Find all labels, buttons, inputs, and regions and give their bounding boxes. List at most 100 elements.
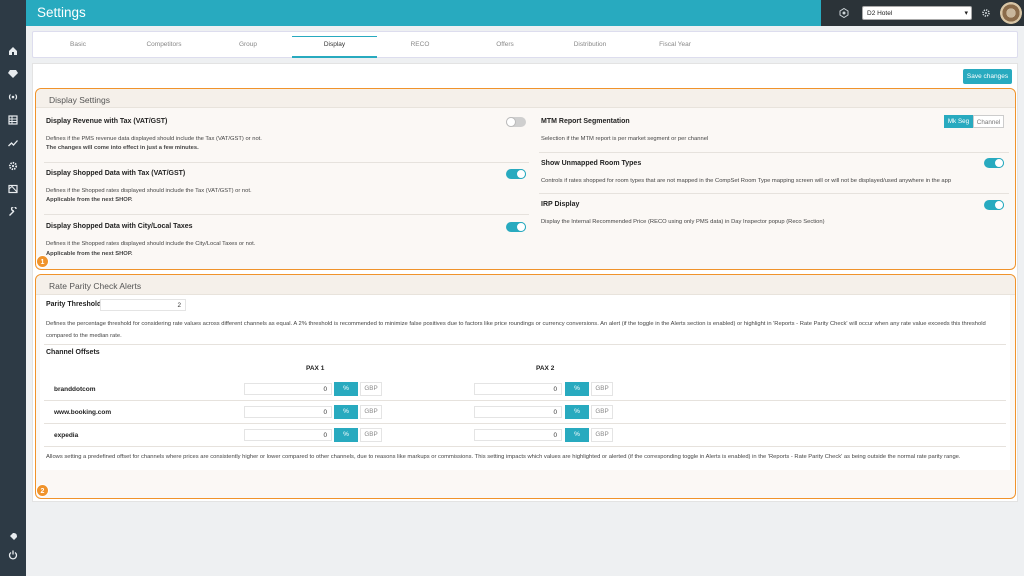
divider: [44, 344, 1006, 345]
rate-parity-title: Rate Parity Check Alerts: [49, 281, 142, 291]
page-title: Settings: [37, 5, 86, 20]
city-tax-title: Display Shopped Data with City/Local Tax…: [46, 223, 193, 230]
currency-unit-button[interactable]: GBP: [591, 428, 613, 442]
home-icon[interactable]: [7, 45, 19, 57]
revenue-tax-toggle[interactable]: [506, 117, 526, 127]
table-icon[interactable]: [7, 114, 19, 126]
revenue-tax-title: Display Revenue with Tax (VAT/GST): [46, 118, 168, 125]
brand-logo-icon: [839, 7, 849, 19]
parity-threshold-label: Parity Threshold: [46, 301, 102, 308]
section-badge: 1: [36, 255, 49, 268]
tab-basic[interactable]: Basic: [37, 32, 119, 58]
divider: [44, 400, 1006, 401]
tab-display[interactable]: Display: [292, 32, 377, 58]
percent-button[interactable]: %: [334, 428, 358, 442]
channel-offsets-desc: Allows setting a predefined offset for c…: [46, 454, 961, 460]
mtm-option-mkseg[interactable]: Mk Seg: [944, 115, 973, 128]
chevron-down-icon: ▾: [964, 10, 968, 17]
tab-group[interactable]: Group: [207, 32, 289, 58]
pax1-offset-input[interactable]: 0: [244, 383, 332, 395]
rocket-icon[interactable]: [7, 531, 19, 543]
channel-name: branddotcom: [54, 386, 96, 393]
toggle-knob: [516, 169, 526, 179]
toggle-knob: [516, 222, 526, 232]
divider: [44, 214, 529, 215]
rate-parity-header: Rate Parity Check Alerts: [36, 275, 1015, 295]
tab-competitors[interactable]: Competitors: [123, 32, 205, 58]
tab-distribution[interactable]: Distribution: [549, 32, 631, 58]
hotel-select[interactable]: D2 Hotel ▾: [862, 6, 972, 20]
image-icon[interactable]: [7, 183, 19, 195]
pax2-header: PAX 2: [536, 365, 555, 372]
avatar[interactable]: [1000, 2, 1022, 24]
divider: [44, 162, 529, 163]
display-settings-header: Display Settings: [36, 89, 1015, 108]
shopped-tax-title: Display Shopped Data with Tax (VAT/GST): [46, 170, 186, 177]
tab-offers[interactable]: Offers: [464, 32, 546, 58]
toggle-knob: [506, 117, 516, 127]
save-button[interactable]: Save changes: [963, 69, 1012, 84]
pax2-offset-input[interactable]: 0: [474, 429, 562, 441]
gear-icon[interactable]: [7, 160, 19, 172]
channel-name: www.booking.com: [54, 409, 112, 416]
divider: [44, 446, 1006, 447]
toggle-knob: [994, 200, 1004, 210]
percent-button[interactable]: %: [334, 382, 358, 396]
pax1-header: PAX 1: [306, 365, 325, 372]
shopped-tax-desc: Defines if the Shopped rates displayed s…: [46, 188, 252, 194]
shopped-tax-toggle[interactable]: [506, 169, 526, 179]
mtm-desc: Selection if the MTM report is per marke…: [541, 136, 709, 142]
parity-threshold-desc-cont: compared to the median rate.: [46, 333, 122, 339]
settings-gear-icon[interactable]: [981, 8, 991, 18]
currency-unit-button[interactable]: GBP: [360, 382, 382, 396]
irp-desc: Display the Internal Recommended Price (…: [541, 219, 825, 225]
hotel-select-value: D2 Hotel: [867, 10, 893, 17]
pax2-offset-input[interactable]: 0: [474, 383, 562, 395]
city-tax-desc: Defines it the Shopped rates displayed s…: [46, 241, 256, 247]
parity-threshold-desc: Defines the percentage threshold for con…: [46, 321, 986, 327]
sidebar: [0, 0, 26, 576]
unmapped-toggle[interactable]: [984, 158, 1004, 168]
power-icon[interactable]: [7, 549, 19, 561]
currency-unit-button[interactable]: GBP: [360, 405, 382, 419]
divider: [539, 193, 1009, 194]
unmapped-title: Show Unmapped Room Types: [541, 160, 642, 167]
tab-reco[interactable]: RECO: [379, 32, 461, 58]
channel-offsets-label: Channel Offsets: [46, 349, 100, 356]
irp-toggle[interactable]: [984, 200, 1004, 210]
irp-title: IRP Display: [541, 201, 580, 208]
rate-parity-section: Rate Parity Check Alerts Parity Threshol…: [35, 274, 1016, 499]
trend-icon[interactable]: [7, 137, 19, 149]
wrench-icon[interactable]: [7, 206, 19, 218]
mtm-option-channel[interactable]: Channel: [973, 115, 1004, 128]
section-badge: 2: [36, 484, 49, 497]
divider: [539, 152, 1009, 153]
currency-unit-button[interactable]: GBP: [591, 382, 613, 396]
pax1-offset-input[interactable]: 0: [244, 406, 332, 418]
toggle-knob: [994, 158, 1004, 168]
currency-unit-button[interactable]: GBP: [591, 405, 613, 419]
percent-button[interactable]: %: [565, 405, 589, 419]
display-settings-title: Display Settings: [49, 95, 110, 105]
revenue-tax-desc: Defines if the PMS revenue data displaye…: [46, 136, 262, 142]
percent-button[interactable]: %: [334, 405, 358, 419]
unmapped-desc: Controls if rates shopped for room types…: [541, 178, 952, 184]
parity-threshold-input[interactable]: 2: [100, 299, 186, 311]
channel-name: expedia: [54, 432, 79, 439]
revenue-tax-note: The changes will come into effect in jus…: [46, 145, 199, 151]
diamond-icon[interactable]: [7, 68, 19, 80]
tab-fiscal-year[interactable]: Fiscal Year: [634, 32, 716, 58]
percent-button[interactable]: %: [565, 428, 589, 442]
settings-tab-bar: Basic Competitors Group Display RECO Off…: [32, 31, 1018, 58]
shopped-tax-note: Applicable from the next SHOP.: [46, 197, 133, 203]
mtm-title: MTM Report Segmentation: [541, 118, 630, 125]
display-settings-section: Display Settings Display Revenue with Ta…: [35, 88, 1016, 270]
divider: [44, 423, 1006, 424]
pax1-offset-input[interactable]: 0: [244, 429, 332, 441]
currency-unit-button[interactable]: GBP: [360, 428, 382, 442]
city-tax-note: Applicable from the next SHOP.: [46, 251, 133, 257]
city-tax-toggle[interactable]: [506, 222, 526, 232]
percent-button[interactable]: %: [565, 382, 589, 396]
pax2-offset-input[interactable]: 0: [474, 406, 562, 418]
broadcast-icon[interactable]: [7, 91, 19, 103]
